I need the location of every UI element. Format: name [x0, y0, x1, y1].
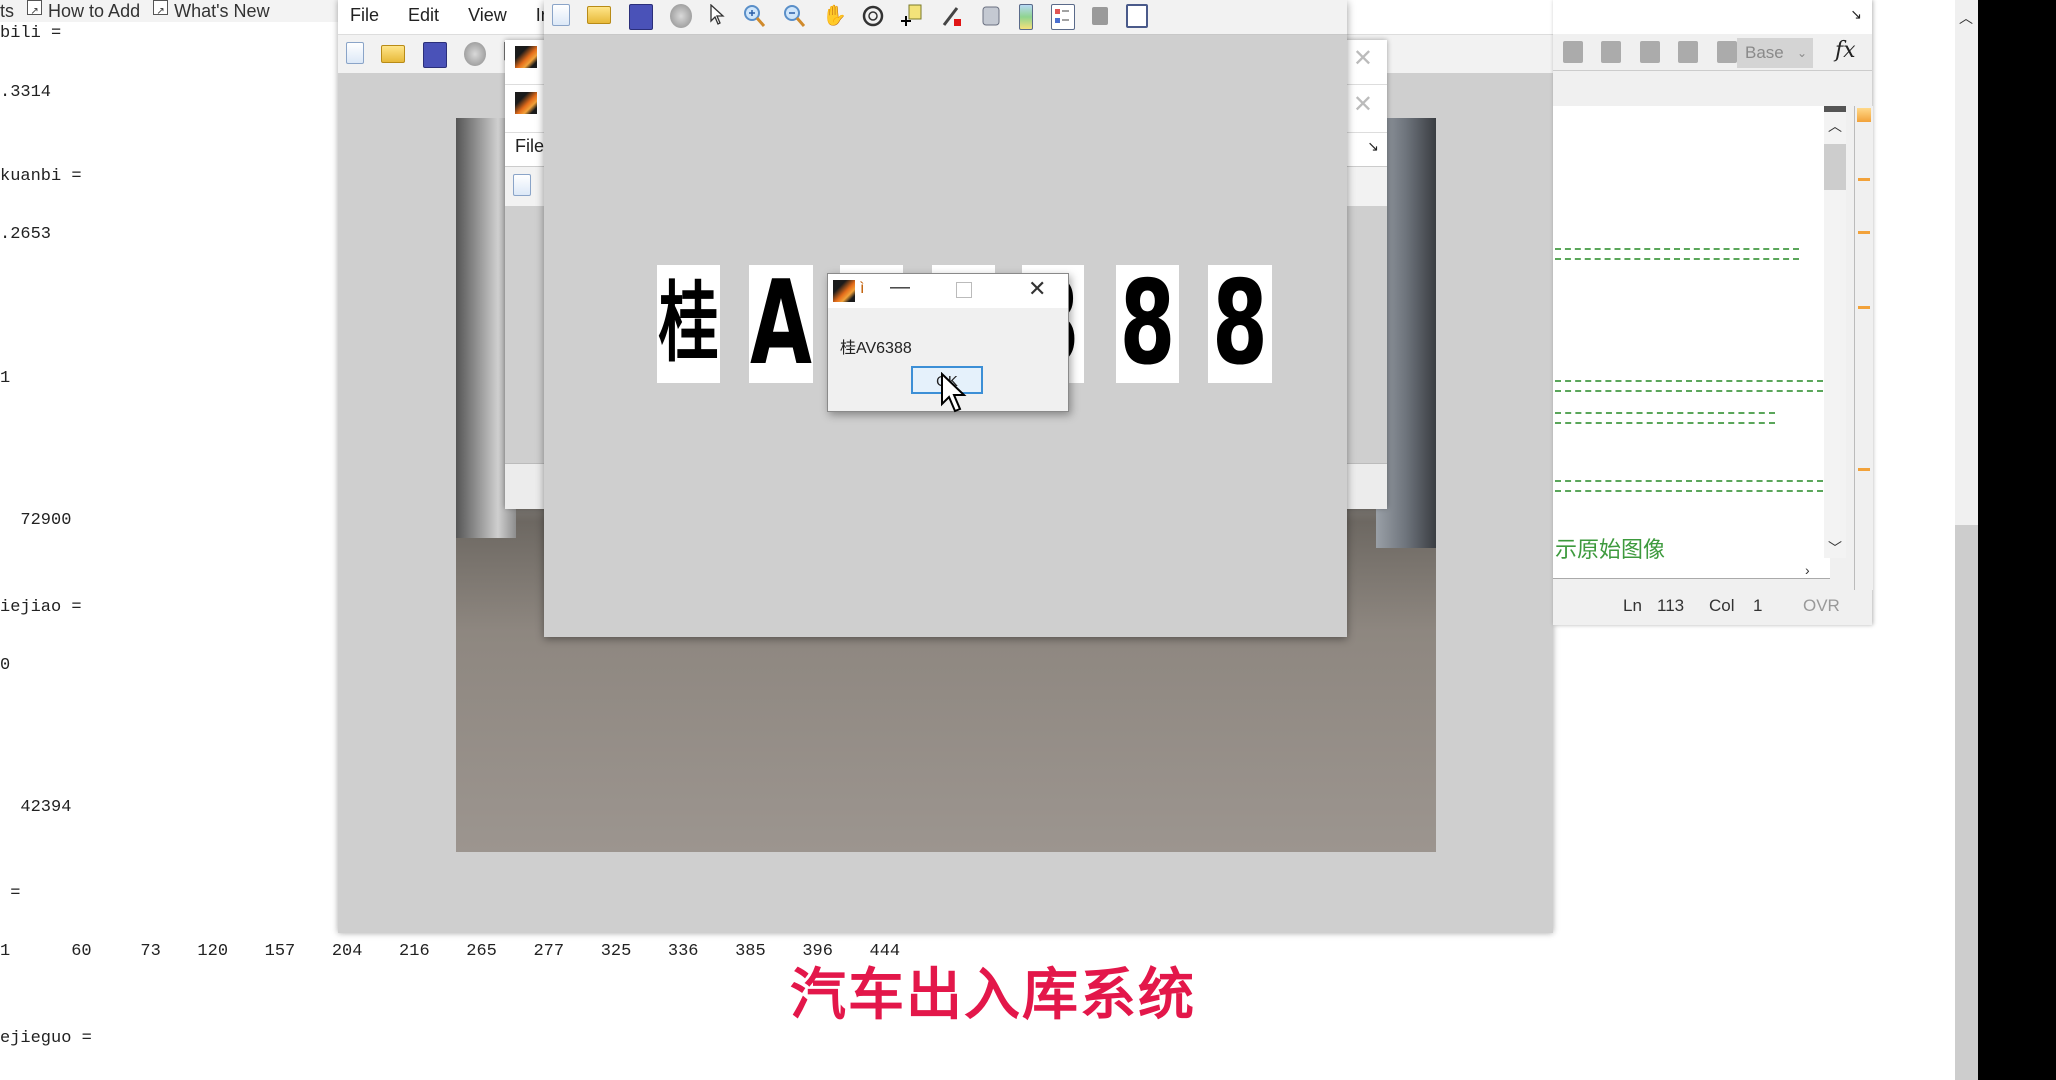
scrollbar-thumb[interactable]: [1824, 144, 1846, 190]
editor-toolbar: [1553, 34, 1872, 71]
warning-marker[interactable]: [1858, 178, 1870, 181]
code-analyzer-bar[interactable]: [1854, 106, 1873, 590]
segmented-char: A: [749, 265, 813, 383]
editor-status-bar: Ln 113 Col 1 OVR: [1553, 590, 1872, 620]
cmd-output-line: 72900: [0, 511, 72, 530]
cmd-output-line: iejiao =: [0, 598, 82, 617]
new-file-icon[interactable]: [552, 4, 570, 26]
save-icon[interactable]: [628, 4, 653, 30]
dialog-titlebar[interactable]: ì — ✕: [828, 274, 1068, 308]
code-comment-text: 示原始图像: [1555, 538, 1666, 563]
matlab-logo-icon: [833, 280, 855, 302]
col-label: Col: [1709, 596, 1735, 615]
dock-arrow-icon[interactable]: ↘: [1367, 138, 1379, 155]
function-browser-button[interactable]: fx: [1835, 38, 1856, 63]
cmd-output-line: kuanbi =: [0, 167, 82, 186]
legend-icon[interactable]: [1050, 4, 1075, 30]
new-file-icon[interactable]: [346, 42, 364, 64]
close-icon[interactable]: ✕: [1353, 90, 1373, 119]
scroll-down-icon[interactable]: ﹀: [1824, 538, 1846, 558]
zoom-in-icon[interactable]: [743, 4, 766, 28]
show-plot-tools-icon[interactable]: [1125, 4, 1148, 28]
open-folder-icon[interactable]: [587, 6, 612, 24]
wrap-comments-icon[interactable]: [1716, 41, 1737, 63]
shortcut-icon: ↗: [153, 0, 169, 17]
cmd-output-line: bili =: [0, 24, 62, 43]
cmd-output-line: .3314: [0, 83, 52, 102]
data-cursor-icon[interactable]: [901, 4, 923, 28]
pan-icon[interactable]: ✋: [822, 4, 847, 28]
col-value: 1: [1753, 596, 1763, 615]
menu-file[interactable]: File: [350, 0, 379, 30]
comment-divider: [1555, 412, 1775, 424]
scroll-up-icon[interactable]: ︿: [1959, 8, 1973, 28]
cmd-output-line: 1: [0, 369, 11, 388]
outdent-icon[interactable]: [1601, 41, 1622, 63]
menu-view[interactable]: View: [468, 0, 507, 30]
video-caption: 汽车出入库系统: [790, 963, 1196, 1028]
dialog-title: ì: [860, 280, 865, 297]
open-folder-icon[interactable]: [381, 45, 406, 63]
rotate-icon[interactable]: [862, 4, 884, 28]
cmd-output-line: =: [0, 884, 21, 903]
screen-edge-black-bar: [1978, 0, 2056, 1080]
figure-toolbar: ✋: [544, 0, 1347, 35]
save-icon[interactable]: [422, 42, 447, 68]
comment-divider: [1555, 380, 1823, 392]
scroll-up-icon[interactable]: ︿: [1824, 116, 1846, 136]
new-file-icon[interactable]: [513, 174, 531, 196]
menu-edit[interactable]: Edit: [408, 0, 439, 30]
ovr-label: OVR: [1803, 596, 1840, 615]
matlab-logo-icon: [515, 92, 537, 114]
shortcut-how-to-add[interactable]: ↗ How to Add: [19, 0, 140, 22]
matlab-logo-icon: [515, 46, 537, 68]
segmented-char: 桂: [657, 265, 720, 383]
pointer-icon[interactable]: [710, 3, 726, 28]
uncomment-icon[interactable]: [1678, 41, 1699, 63]
shortcut-icon: ↗: [27, 0, 43, 17]
editor-panel[interactable]: ↘ Base ⌄ fx 示原始图像 ︿ ﹀ › Ln 113 Col 1 OVR: [1553, 0, 1873, 625]
base-workspace-dropdown[interactable]: Base ⌄: [1737, 38, 1813, 68]
cmd-output-line: 0: [0, 656, 11, 675]
analyzer-status-icon[interactable]: [1857, 108, 1871, 122]
editor-code-area[interactable]: 示原始图像: [1553, 106, 1830, 579]
hide-plot-tools-icon[interactable]: [1092, 7, 1109, 25]
menu-file[interactable]: File: [515, 136, 544, 157]
segmented-char: 8: [1116, 265, 1179, 383]
close-icon[interactable]: ✕: [1028, 276, 1046, 302]
close-icon[interactable]: ✕: [1353, 44, 1373, 73]
ln-label: Ln: [1623, 596, 1642, 615]
warning-marker[interactable]: [1858, 468, 1870, 471]
editor-vertical-scrollbar[interactable]: ︿ ﹀: [1824, 112, 1846, 558]
cmd-output-line: .2653: [0, 225, 52, 244]
segmented-char: 8: [1208, 265, 1272, 383]
indent-icon[interactable]: [1563, 41, 1583, 63]
warning-marker[interactable]: [1858, 306, 1870, 309]
brush-icon[interactable]: [941, 4, 963, 28]
colorbar-icon[interactable]: [1019, 4, 1034, 30]
cmd-output-line: 42394: [0, 798, 72, 817]
mouse-cursor-icon: [941, 372, 967, 413]
comment-divider: [1555, 480, 1823, 492]
minimize-icon[interactable]: —: [890, 276, 910, 299]
shortcuts-bar: ts ↗ How to Add ↗ What's New: [0, 0, 340, 22]
comment-divider: [1555, 248, 1799, 260]
dialog-message: 桂AV6388: [840, 340, 912, 357]
zoom-out-icon[interactable]: [783, 4, 805, 28]
scroll-right-icon[interactable]: ›: [1805, 562, 1810, 578]
print-icon[interactable]: [464, 42, 487, 66]
warning-marker[interactable]: [1858, 231, 1870, 234]
cmd-output-line: ejieguo =: [0, 1029, 92, 1048]
maximize-icon: [956, 282, 972, 298]
shortcuts-truncated-label: ts: [0, 1, 15, 21]
link-icon[interactable]: [980, 4, 1002, 28]
ln-value: 113: [1657, 596, 1685, 615]
cmd-output-line: 1 60 73 120 157 204 216 265 277 325 336 …: [0, 942, 901, 961]
shortcut-whats-new[interactable]: ↗ What's New: [145, 0, 270, 22]
print-icon[interactable]: [670, 4, 693, 28]
comment-icon[interactable]: [1639, 41, 1660, 63]
scrollbar-thumb[interactable]: [1955, 525, 1978, 1080]
dock-arrow-icon[interactable]: ↘: [1850, 6, 1862, 23]
